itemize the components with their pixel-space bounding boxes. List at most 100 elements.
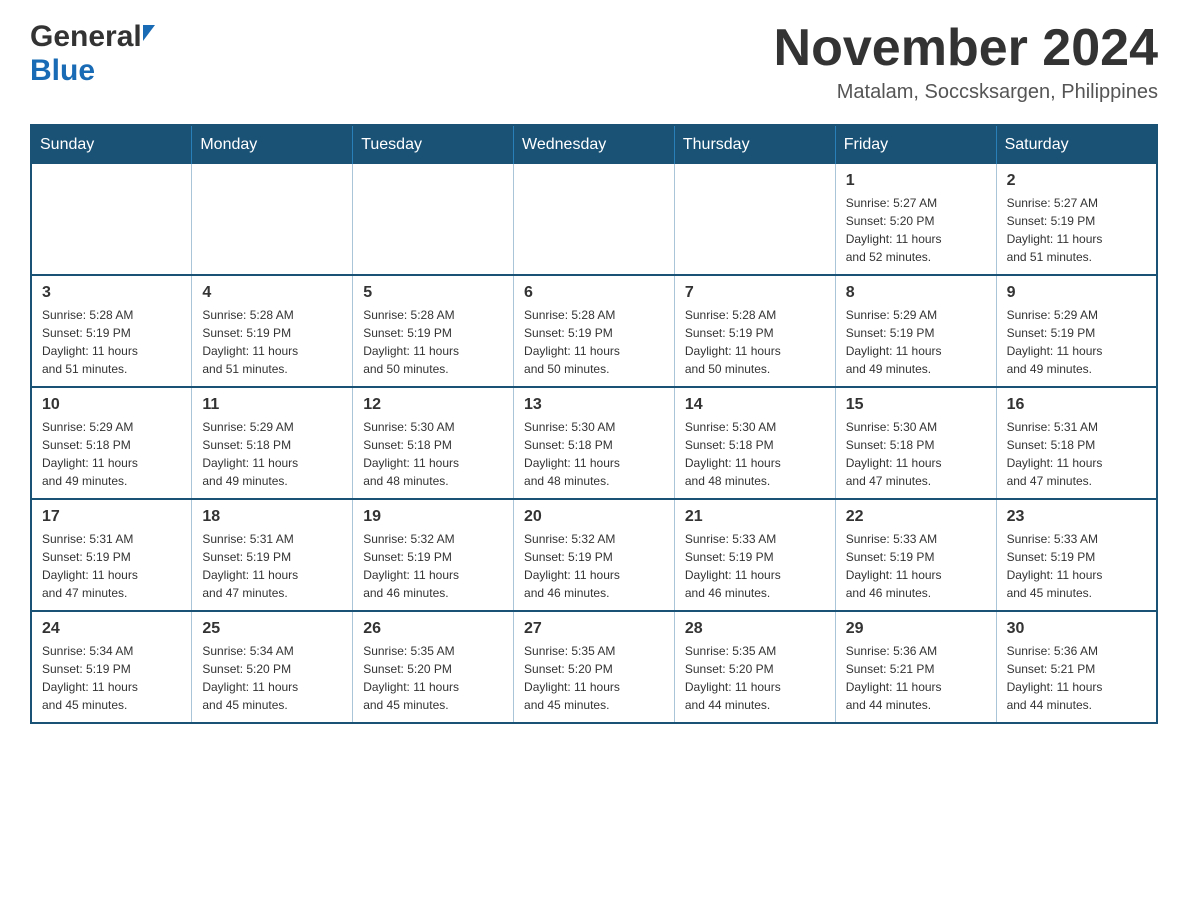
day-info: Sunrise: 5:28 AMSunset: 5:19 PMDaylight:…: [685, 306, 825, 378]
calendar-cell: 3 Sunrise: 5:28 AMSunset: 5:19 PMDaylight…: [31, 275, 192, 387]
calendar-row-2: 10 Sunrise: 5:29 AMSunset: 5:18 PMDayligh…: [31, 387, 1157, 499]
calendar-header-saturday: Saturday: [996, 125, 1157, 164]
day-info: Sunrise: 5:32 AMSunset: 5:19 PMDaylight:…: [363, 530, 503, 602]
logo: General Blue: [30, 20, 155, 88]
calendar-cell: 23 Sunrise: 5:33 AMSunset: 5:19 PMDayligh…: [996, 499, 1157, 611]
day-number: 26: [363, 620, 503, 638]
logo-blue-text: Blue: [30, 54, 95, 87]
day-info: Sunrise: 5:32 AMSunset: 5:19 PMDaylight:…: [524, 530, 664, 602]
day-number: 3: [42, 284, 181, 302]
calendar-header-wednesday: Wednesday: [514, 125, 675, 164]
day-number: 13: [524, 396, 664, 414]
day-info: Sunrise: 5:35 AMSunset: 5:20 PMDaylight:…: [685, 642, 825, 714]
calendar-row-1: 3 Sunrise: 5:28 AMSunset: 5:19 PMDaylight…: [31, 275, 1157, 387]
day-info: Sunrise: 5:28 AMSunset: 5:19 PMDaylight:…: [42, 306, 181, 378]
day-info: Sunrise: 5:29 AMSunset: 5:18 PMDaylight:…: [42, 418, 181, 490]
day-number: 20: [524, 508, 664, 526]
day-info: Sunrise: 5:34 AMSunset: 5:19 PMDaylight:…: [42, 642, 181, 714]
day-number: 8: [846, 284, 986, 302]
day-number: 11: [202, 396, 342, 414]
calendar-cell: 20 Sunrise: 5:32 AMSunset: 5:19 PMDayligh…: [514, 499, 675, 611]
calendar-header-sunday: Sunday: [31, 125, 192, 164]
calendar-cell: 21Sunrise: 5:33 AMSunset: 5:19 PMDayligh…: [674, 499, 835, 611]
calendar-cell: 19 Sunrise: 5:32 AMSunset: 5:19 PMDayligh…: [353, 499, 514, 611]
logo-flag-icon: [143, 25, 155, 41]
day-number: 29: [846, 620, 986, 638]
day-number: 23: [1007, 508, 1146, 526]
day-number: 4: [202, 284, 342, 302]
day-number: 21: [685, 508, 825, 526]
day-info: Sunrise: 5:27 AMSunset: 5:20 PMDaylight:…: [846, 194, 986, 266]
day-number: 27: [524, 620, 664, 638]
day-number: 22: [846, 508, 986, 526]
day-number: 17: [42, 508, 181, 526]
calendar-cell: 30 Sunrise: 5:36 AMSunset: 5:21 PMDayligh…: [996, 611, 1157, 723]
calendar-cell: 28 Sunrise: 5:35 AMSunset: 5:20 PMDayligh…: [674, 611, 835, 723]
calendar-cell: 10 Sunrise: 5:29 AMSunset: 5:18 PMDayligh…: [31, 387, 192, 499]
day-number: 14: [685, 396, 825, 414]
header-row: SundayMondayTuesdayWednesdayThursdayFrid…: [31, 125, 1157, 164]
day-info: Sunrise: 5:29 AMSunset: 5:18 PMDaylight:…: [202, 418, 342, 490]
day-number: 6: [524, 284, 664, 302]
calendar-cell: 8 Sunrise: 5:29 AMSunset: 5:19 PMDaylight…: [835, 275, 996, 387]
day-number: 19: [363, 508, 503, 526]
calendar-cell: 22 Sunrise: 5:33 AMSunset: 5:19 PMDayligh…: [835, 499, 996, 611]
calendar-cell: 4 Sunrise: 5:28 AMSunset: 5:19 PMDaylight…: [192, 275, 353, 387]
calendar-header-tuesday: Tuesday: [353, 125, 514, 164]
day-info: Sunrise: 5:28 AMSunset: 5:19 PMDaylight:…: [524, 306, 664, 378]
calendar-table: SundayMondayTuesdayWednesdayThursdayFrid…: [30, 124, 1158, 724]
calendar-header-thursday: Thursday: [674, 125, 835, 164]
day-number: 5: [363, 284, 503, 302]
day-number: 28: [685, 620, 825, 638]
month-year-title: November 2024: [774, 20, 1158, 77]
day-info: Sunrise: 5:35 AMSunset: 5:20 PMDaylight:…: [363, 642, 503, 714]
calendar-cell: 18Sunrise: 5:31 AMSunset: 5:19 PMDayligh…: [192, 499, 353, 611]
calendar-cell: 24 Sunrise: 5:34 AMSunset: 5:19 PMDayligh…: [31, 611, 192, 723]
day-info: Sunrise: 5:30 AMSunset: 5:18 PMDaylight:…: [524, 418, 664, 490]
day-info: Sunrise: 5:28 AMSunset: 5:19 PMDaylight:…: [363, 306, 503, 378]
calendar-cell: 26 Sunrise: 5:35 AMSunset: 5:20 PMDayligh…: [353, 611, 514, 723]
day-info: Sunrise: 5:35 AMSunset: 5:20 PMDaylight:…: [524, 642, 664, 714]
calendar-cell: 2 Sunrise: 5:27 AMSunset: 5:19 PMDaylight…: [996, 164, 1157, 275]
day-number: 15: [846, 396, 986, 414]
calendar-cell: 5 Sunrise: 5:28 AMSunset: 5:19 PMDaylight…: [353, 275, 514, 387]
calendar-cell: 12 Sunrise: 5:30 AMSunset: 5:18 PMDayligh…: [353, 387, 514, 499]
day-number: 2: [1007, 172, 1146, 190]
day-number: 25: [202, 620, 342, 638]
calendar-cell: 14 Sunrise: 5:30 AMSunset: 5:18 PMDayligh…: [674, 387, 835, 499]
calendar-header-monday: Monday: [192, 125, 353, 164]
calendar-cell: [674, 164, 835, 275]
calendar-cell: [514, 164, 675, 275]
day-info: Sunrise: 5:27 AMSunset: 5:19 PMDaylight:…: [1007, 194, 1146, 266]
day-info: Sunrise: 5:31 AMSunset: 5:18 PMDaylight:…: [1007, 418, 1146, 490]
day-number: 24: [42, 620, 181, 638]
day-info: Sunrise: 5:30 AMSunset: 5:18 PMDaylight:…: [846, 418, 986, 490]
calendar-cell: 16Sunrise: 5:31 AMSunset: 5:18 PMDayligh…: [996, 387, 1157, 499]
day-info: Sunrise: 5:33 AMSunset: 5:19 PMDaylight:…: [1007, 530, 1146, 602]
calendar-cell: [31, 164, 192, 275]
calendar-cell: 13 Sunrise: 5:30 AMSunset: 5:18 PMDayligh…: [514, 387, 675, 499]
day-number: 12: [363, 396, 503, 414]
calendar-row-0: 1Sunrise: 5:27 AMSunset: 5:20 PMDaylight…: [31, 164, 1157, 275]
day-number: 18: [202, 508, 342, 526]
day-info: Sunrise: 5:28 AMSunset: 5:19 PMDaylight:…: [202, 306, 342, 378]
day-info: Sunrise: 5:36 AMSunset: 5:21 PMDaylight:…: [1007, 642, 1146, 714]
day-number: 30: [1007, 620, 1146, 638]
logo-general-text: General: [30, 20, 142, 54]
calendar-cell: 17Sunrise: 5:31 AMSunset: 5:19 PMDayligh…: [31, 499, 192, 611]
calendar-header: SundayMondayTuesdayWednesdayThursdayFrid…: [31, 125, 1157, 164]
calendar-cell: 25Sunrise: 5:34 AMSunset: 5:20 PMDayligh…: [192, 611, 353, 723]
day-info: Sunrise: 5:30 AMSunset: 5:18 PMDaylight:…: [363, 418, 503, 490]
day-number: 10: [42, 396, 181, 414]
day-info: Sunrise: 5:29 AMSunset: 5:19 PMDaylight:…: [1007, 306, 1146, 378]
day-info: Sunrise: 5:36 AMSunset: 5:21 PMDaylight:…: [846, 642, 986, 714]
calendar-header-friday: Friday: [835, 125, 996, 164]
location-subtitle: Matalam, Soccsksargen, Philippines: [774, 81, 1158, 104]
calendar-cell: 11 Sunrise: 5:29 AMSunset: 5:18 PMDayligh…: [192, 387, 353, 499]
calendar-cell: 15 Sunrise: 5:30 AMSunset: 5:18 PMDayligh…: [835, 387, 996, 499]
calendar-row-4: 24 Sunrise: 5:34 AMSunset: 5:19 PMDayligh…: [31, 611, 1157, 723]
day-info: Sunrise: 5:29 AMSunset: 5:19 PMDaylight:…: [846, 306, 986, 378]
calendar-cell: 27 Sunrise: 5:35 AMSunset: 5:20 PMDayligh…: [514, 611, 675, 723]
day-info: Sunrise: 5:33 AMSunset: 5:19 PMDaylight:…: [846, 530, 986, 602]
day-info: Sunrise: 5:30 AMSunset: 5:18 PMDaylight:…: [685, 418, 825, 490]
